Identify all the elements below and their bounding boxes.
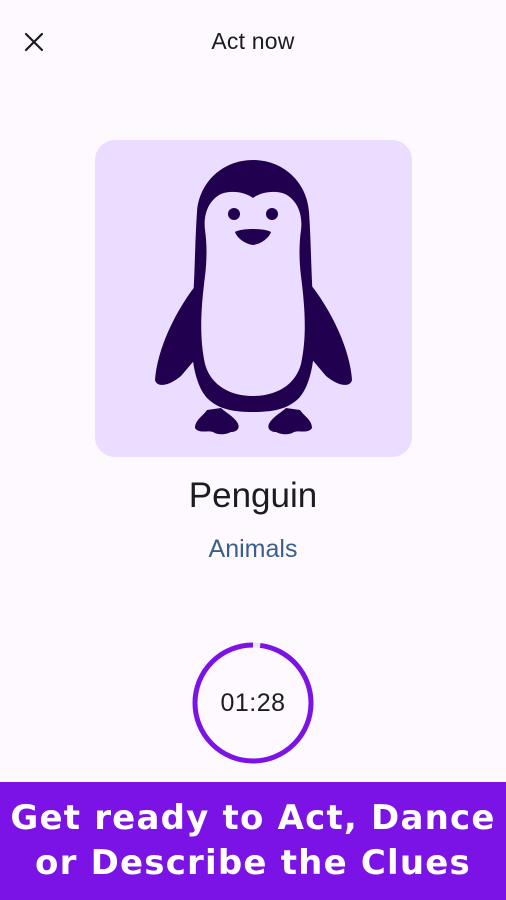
penguin-icon <box>155 160 352 435</box>
countdown-timer: 01:28 <box>190 640 316 766</box>
banner-line-2: or Describe the Clues <box>35 843 471 883</box>
word-label: Penguin <box>188 476 318 515</box>
timer-text: 01:28 <box>220 688 286 717</box>
screen: Act now Penguin Animals 01:28 Get ready … <box>0 0 506 900</box>
promo-banner: Get ready to Act, Dance or Describe the … <box>0 782 506 900</box>
top-app-bar: Act now <box>0 0 506 82</box>
category-label: Animals <box>208 535 298 563</box>
word-image-card <box>95 140 412 457</box>
page-title: Act now <box>211 28 295 54</box>
banner-line-1: Get ready to Act, Dance <box>10 798 496 838</box>
